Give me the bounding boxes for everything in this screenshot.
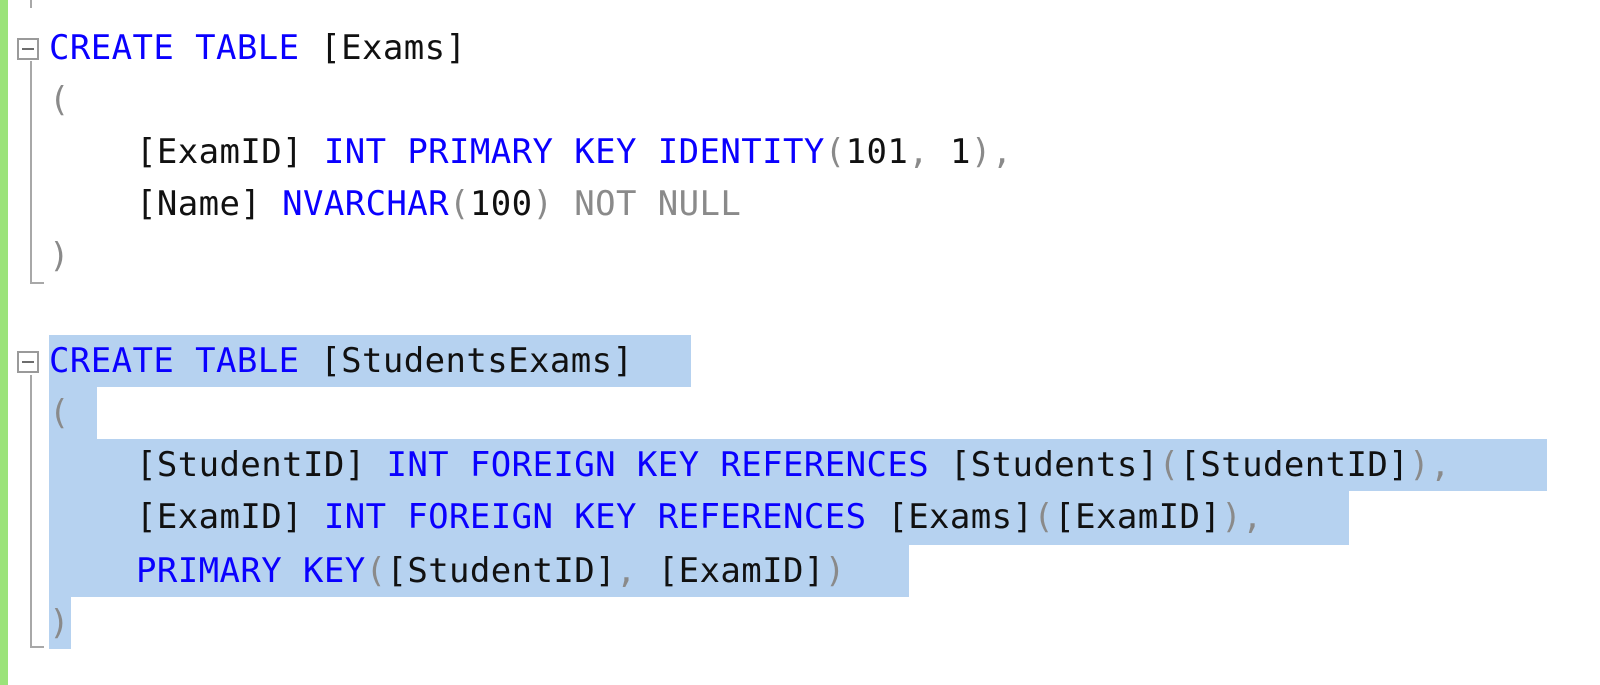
identifier: [StudentsExams] [299, 341, 634, 381]
punctuation: , [616, 551, 658, 591]
number: 101 [845, 132, 909, 172]
code-line[interactable]: [ExamID] INT FOREIGN KEY REFERENCES [Exa… [136, 491, 1263, 543]
identifier: [StudentID] [136, 445, 366, 485]
identifier: [ExamID] [136, 497, 303, 537]
punctuation: ) [49, 603, 70, 643]
outline-guide [30, 0, 32, 8]
punctuation: ( [49, 80, 70, 120]
code-line[interactable]: CREATE TABLE [Exams] [49, 22, 466, 74]
identifier: [StudentID] [1179, 445, 1410, 485]
identifier: [Exams] [866, 497, 1034, 537]
number: 100 [469, 184, 533, 224]
code-line[interactable]: ) [49, 597, 70, 649]
punctuation: ( [449, 184, 470, 224]
code-line[interactable]: [Name] NVARCHAR(100) NOT NULL [136, 178, 741, 230]
code-line[interactable]: ( [49, 387, 70, 439]
collapse-minus-icon[interactable] [17, 351, 39, 373]
outline-guide [30, 61, 32, 283]
identifier: [ExamID] [1054, 497, 1222, 537]
keyword: PRIMARY KEY [136, 551, 366, 591]
change-tracking-bar [0, 0, 8, 685]
code-line[interactable]: ( [49, 74, 70, 126]
punctuation: ( [1158, 445, 1180, 485]
keyword: CREATE TABLE [49, 341, 300, 381]
code-line[interactable]: [StudentID] INT FOREIGN KEY REFERENCES [… [136, 439, 1451, 491]
collapse-minus-icon[interactable] [17, 38, 39, 60]
outline-guide [30, 282, 44, 284]
code-line[interactable]: PRIMARY KEY([StudentID], [ExamID]) [136, 545, 846, 597]
code-line[interactable]: CREATE TABLE [StudentsExams] [49, 335, 633, 387]
keyword: INT PRIMARY KEY IDENTITY [302, 132, 825, 172]
sql-code-editor[interactable]: CREATE TABLE [Exams] ( [ExamID] INT PRIM… [0, 0, 1600, 685]
identifier: [Students] [929, 445, 1159, 485]
punctuation: , [908, 132, 950, 172]
punctuation: ( [824, 132, 846, 172]
code-line[interactable]: ) [49, 230, 70, 282]
keyword: INT FOREIGN KEY REFERENCES [302, 497, 867, 537]
punctuation: ( [1033, 497, 1055, 537]
punctuation: ), [1221, 497, 1264, 537]
keyword: NVARCHAR [261, 184, 450, 224]
punctuation: ), [970, 132, 1013, 172]
identifier: [StudentID] [386, 551, 617, 591]
punctuation: ( [49, 393, 70, 433]
identifier: [Name] [136, 184, 262, 224]
identifier: [ExamID] [136, 132, 303, 172]
punctuation: ) [49, 236, 70, 276]
number: 1 [949, 132, 971, 172]
identifier: [ExamID] [657, 551, 825, 591]
operator: ) NOT NULL [532, 184, 742, 224]
punctuation: ), [1409, 445, 1451, 485]
identifier: [Exams] [299, 28, 467, 68]
keyword: INT FOREIGN KEY REFERENCES [365, 445, 930, 485]
outline-guide [30, 375, 32, 647]
code-line[interactable]: [ExamID] INT PRIMARY KEY IDENTITY(101, 1… [136, 126, 1013, 178]
punctuation: ( [365, 551, 387, 591]
keyword: CREATE TABLE [49, 28, 300, 68]
punctuation: ) [824, 551, 846, 591]
outline-guide [30, 646, 44, 648]
